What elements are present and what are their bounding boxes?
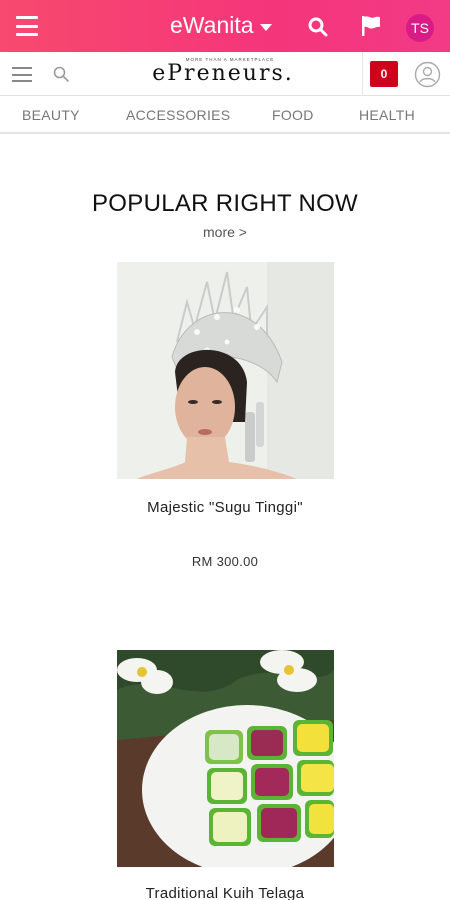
logo-text: ePreneurs. (152, 61, 294, 86)
woman-headdress-image (117, 262, 334, 479)
more-link[interactable]: more > (0, 224, 450, 240)
product-image[interactable] (117, 262, 334, 479)
user-avatar[interactable]: TS (406, 14, 434, 42)
category-accessories[interactable]: ACCESSORIES (126, 107, 230, 123)
section-title: POPULAR RIGHT NOW (91, 190, 359, 217)
category-nav: BEAUTY ACCESSORIES FOOD HEALTH (0, 96, 450, 134)
category-beauty[interactable]: BEAUTY (22, 107, 80, 123)
cart-count-badge[interactable]: 0 (370, 61, 398, 87)
caret-down-icon (259, 23, 272, 31)
epreneurs-logo[interactable]: MORE THAN A MARKETPLACE ePreneurs. (148, 57, 298, 91)
category-menu-icon[interactable] (12, 67, 32, 82)
menu-icon[interactable] (14, 14, 40, 38)
flag-icon[interactable] (358, 13, 384, 39)
store-header: MORE THAN A MARKETPLACE ePreneurs. 0 (0, 52, 450, 96)
store-search-icon[interactable] (52, 65, 70, 83)
search-icon[interactable] (306, 15, 330, 39)
app-brand-label: eWanita (170, 12, 254, 38)
product-name[interactable]: Majestic "Sugu Tinggi" (0, 499, 450, 516)
header-divider (362, 52, 363, 96)
product-image[interactable] (117, 650, 334, 867)
product-price: RM 300.00 (191, 554, 259, 569)
category-health[interactable]: HEALTH (359, 107, 415, 123)
kuih-plate-image (117, 650, 334, 867)
account-icon[interactable] (414, 61, 441, 88)
category-food[interactable]: FOOD (272, 107, 314, 123)
top-app-bar: eWanita TS (0, 0, 450, 52)
app-switcher[interactable]: eWanita (170, 12, 272, 39)
product-name[interactable]: Traditional Kuih Telaga (0, 885, 450, 900)
